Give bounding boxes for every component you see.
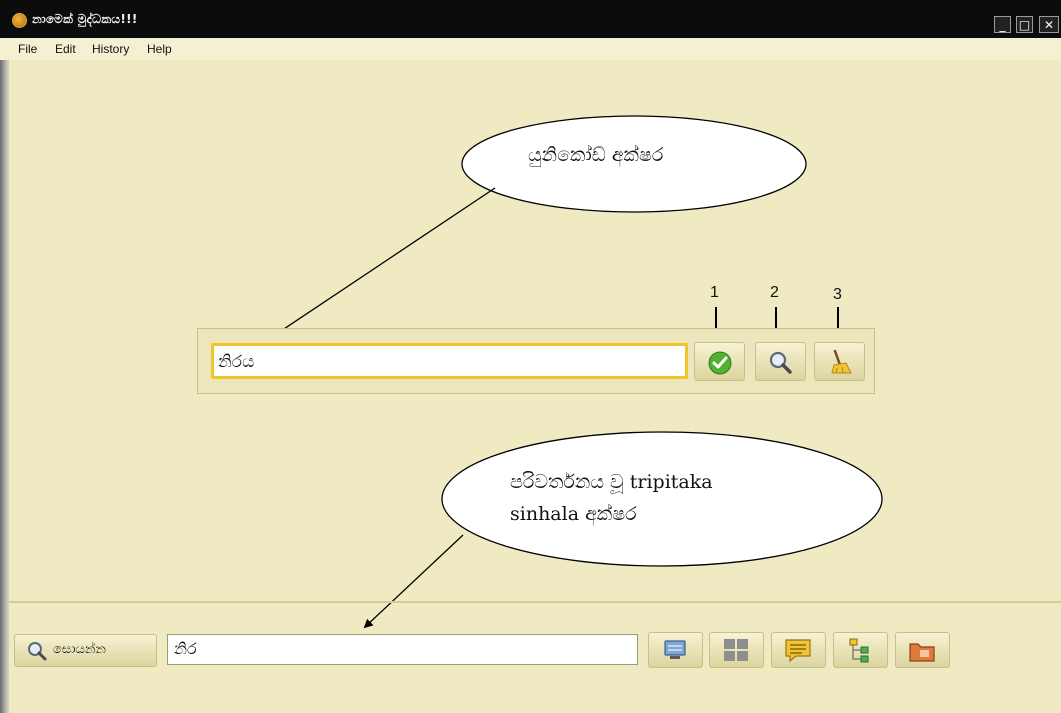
bottom-callout-line1: පරිවර්තනය වූ tripitaka xyxy=(510,471,713,493)
menu-file[interactable]: File xyxy=(18,42,37,56)
app-window: නාමෙක් මුද්ධකය!!! _ □ ✕ File Edit Histor… xyxy=(0,0,1061,713)
magnifier-icon xyxy=(769,351,792,374)
bottom-callout-line2: sinhala අක්ෂර xyxy=(510,503,637,525)
maximize-button[interactable]: □ xyxy=(1016,16,1033,33)
monitor-button[interactable] xyxy=(648,632,703,668)
app-logo-icon xyxy=(12,13,27,28)
step-label-2: 2 xyxy=(770,284,779,301)
converted-output-field[interactable]: නිර xyxy=(167,634,638,665)
unicode-input[interactable]: නිරය xyxy=(211,343,688,379)
tree-icon xyxy=(849,638,869,663)
comment-icon xyxy=(785,639,811,663)
clear-button[interactable] xyxy=(814,342,865,381)
grid-icon xyxy=(724,639,748,661)
menu-help[interactable]: Help xyxy=(147,42,172,56)
folder-icon xyxy=(909,643,935,662)
sinhala-search-button[interactable]: සොයන්න xyxy=(14,634,157,667)
search-icon xyxy=(28,642,47,661)
grid-button[interactable] xyxy=(709,632,764,668)
close-button[interactable]: ✕ xyxy=(1039,16,1059,33)
folder-button[interactable] xyxy=(895,632,950,668)
step-label-3: 3 xyxy=(833,286,842,303)
search-button-label: සොයන්න xyxy=(53,642,106,657)
comment-button[interactable] xyxy=(771,632,826,668)
top-callout-text: යුනිකෝඩ් අක්ෂර xyxy=(528,144,664,166)
title-bar[interactable]: නාමෙක් මුද්ධකය!!! _ □ ✕ xyxy=(0,0,1061,38)
convert-button[interactable] xyxy=(694,342,745,381)
bottom-divider xyxy=(9,601,1061,603)
monitor-icon xyxy=(664,640,686,659)
window-left-edge xyxy=(0,60,9,713)
menu-bar: File Edit History Help xyxy=(0,38,1061,61)
check-icon xyxy=(708,351,732,375)
broom-icon xyxy=(831,349,852,374)
tree-button[interactable] xyxy=(833,632,888,668)
minimize-button[interactable]: _ xyxy=(994,16,1011,33)
window-title: නාමෙක් මුද්ධකය!!! xyxy=(32,12,138,26)
menu-history[interactable]: History xyxy=(92,42,129,56)
search-button[interactable] xyxy=(755,342,806,381)
menu-edit[interactable]: Edit xyxy=(55,42,76,56)
step-label-1: 1 xyxy=(710,284,719,301)
